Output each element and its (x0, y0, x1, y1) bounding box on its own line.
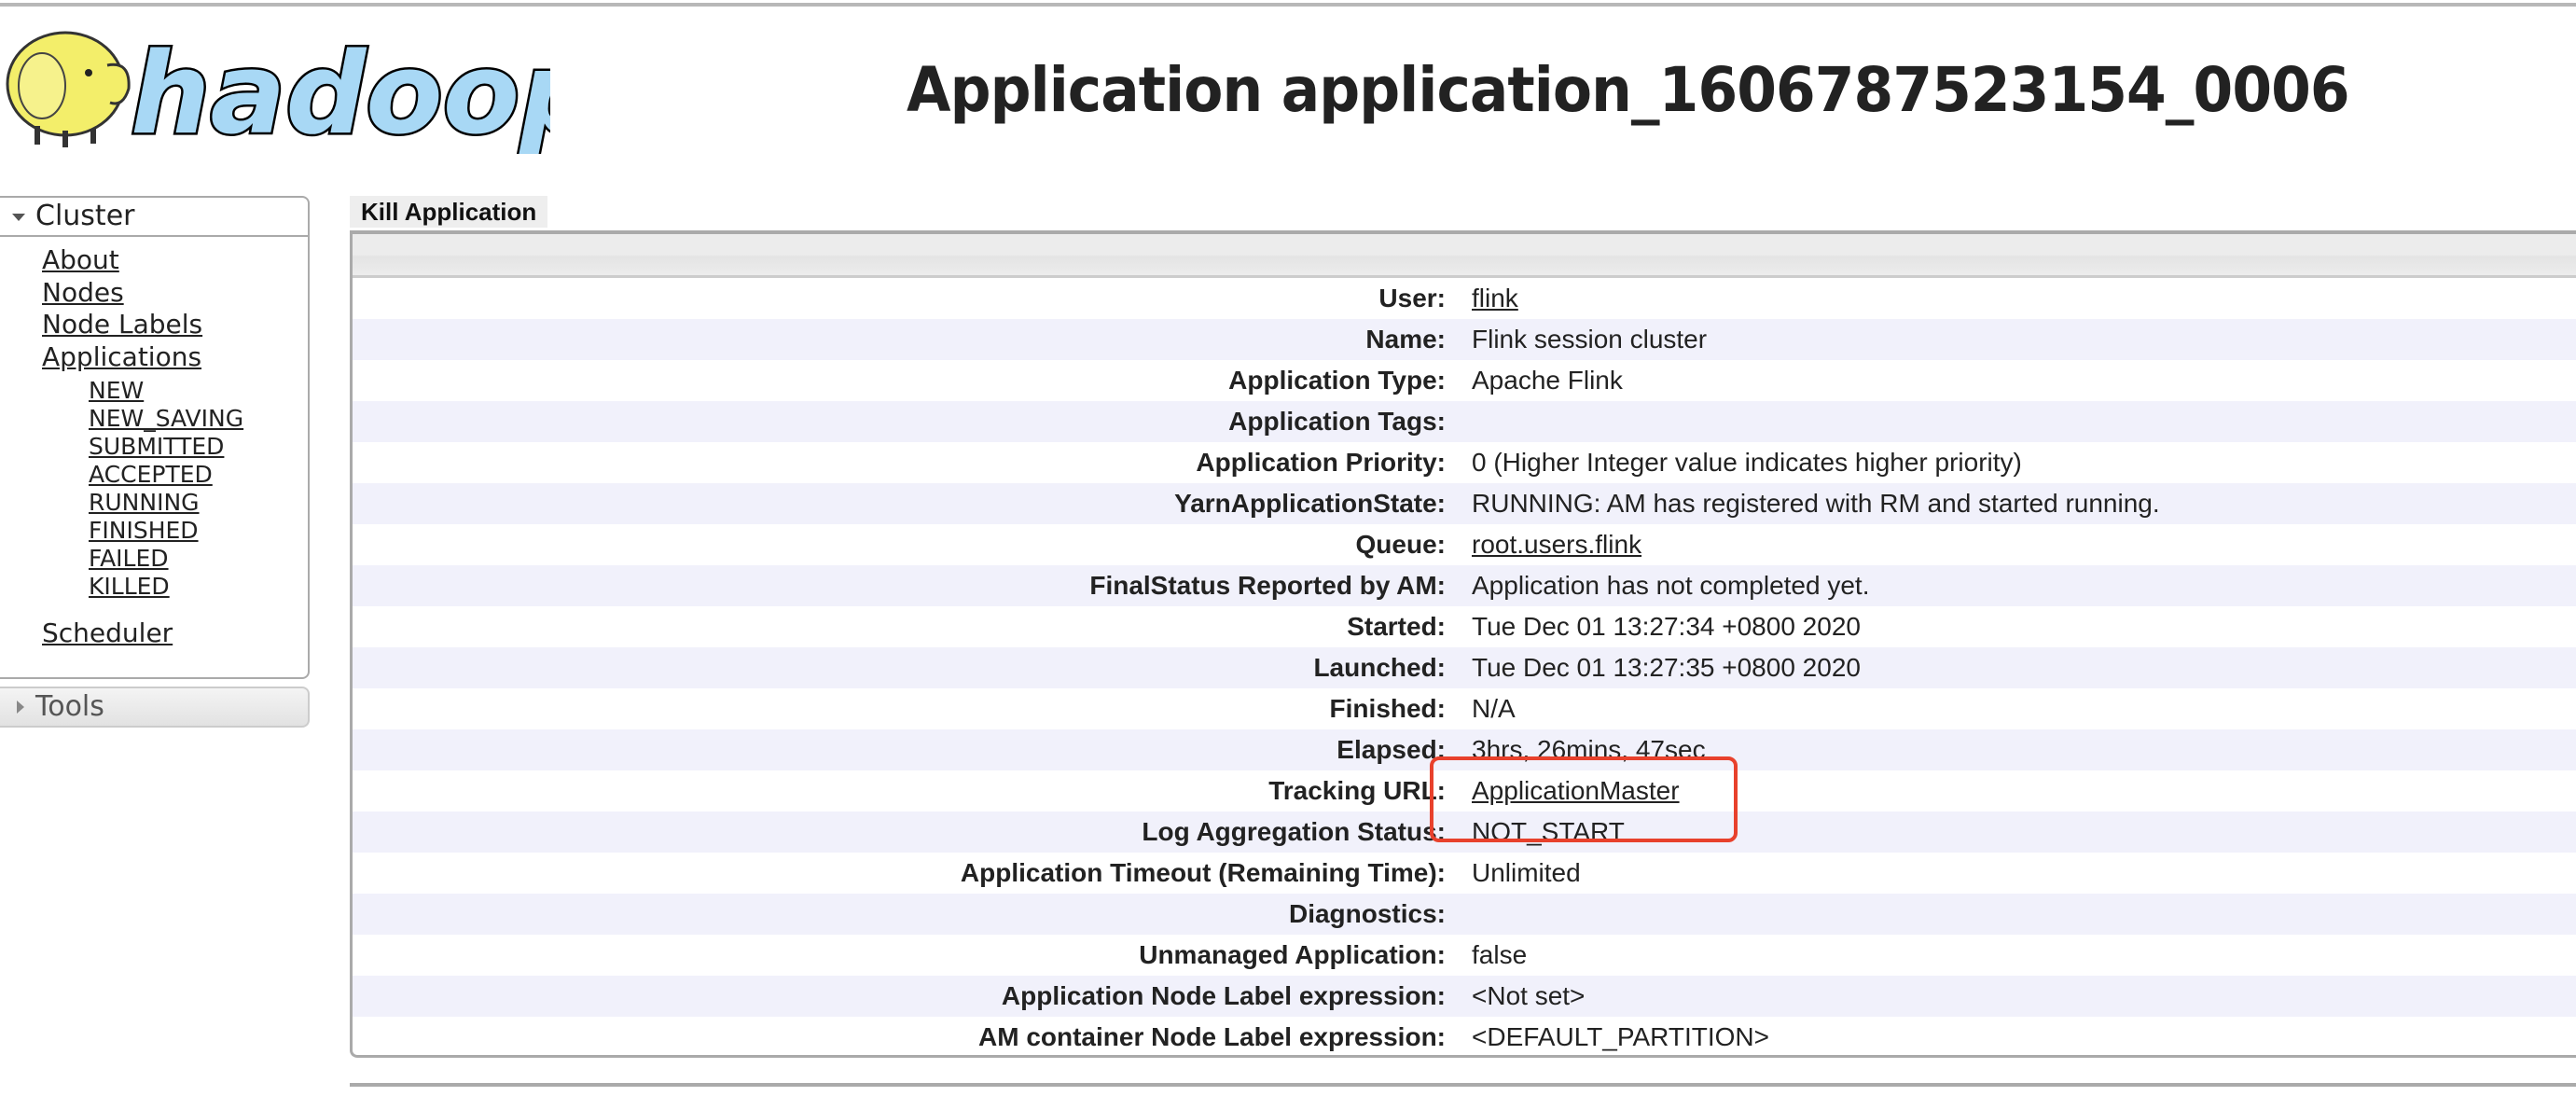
info-value-cell: Unlimited (1457, 853, 2576, 894)
hadoop-logo[interactable]: hadoop (0, 19, 602, 162)
sidebar-state-killed[interactable]: KILLED (89, 573, 170, 600)
info-label: AM container Node Label expression: (978, 1022, 1446, 1051)
chevron-right-icon (17, 701, 24, 714)
info-value-cell: false (1457, 935, 2576, 976)
sidebar-state-finished[interactable]: FINISHED (89, 517, 199, 544)
info-value-link[interactable]: flink (1472, 284, 1518, 312)
info-value-cell (1457, 401, 2576, 442)
sidebar-item-node-labels[interactable]: Node Labels (42, 309, 202, 340)
info-label: Log Aggregation Status: (1142, 817, 1446, 846)
sidebar-state-new[interactable]: NEW (89, 377, 144, 404)
tools-section-header[interactable]: Tools (0, 687, 310, 728)
application-details-panel: User: flink Name: Flink session cluster Appl… (350, 230, 2576, 1058)
info-value-cell: Application has not completed yet. (1457, 565, 2576, 606)
cluster-section: Cluster About Nodes Node Labels Applicat… (0, 196, 310, 679)
hadoop-elephant-icon: hadoop (6, 28, 602, 162)
info-row: Queue: root.users.flink (353, 524, 2576, 565)
info-value: <Not set> (1472, 981, 1586, 1010)
top-border (0, 3, 2576, 7)
chevron-down-icon (12, 214, 25, 221)
sidebar-state-submitted[interactable]: SUBMITTED (89, 433, 224, 460)
info-value: Apache Flink (1472, 366, 1623, 395)
info-row: User: flink (353, 278, 2576, 319)
info-row: FinalStatus Reported by AM: Application h… (353, 565, 2576, 606)
info-value-cell: Flink session cluster (1457, 319, 2576, 360)
logo-text: hadoop (131, 30, 550, 154)
info-row: YarnApplicationState: RUNNING: AM has reg… (353, 483, 2576, 524)
info-label: Application Node Label expression: (1001, 981, 1446, 1010)
info-row: Application Timeout (Remaining Time): Unl… (353, 853, 2576, 894)
annotation-highlight-box (1430, 756, 1738, 842)
info-row: Application Tags: (353, 401, 2576, 442)
application-info-table: User: flink Name: Flink session cluster Appl… (353, 278, 2576, 1058)
info-value: 0 (Higher Integer value indicates higher… (1472, 448, 2022, 477)
sidebar-state-running[interactable]: RUNNING (89, 489, 200, 516)
info-value-cell: Tue Dec 01 13:27:34 +0800 2020 (1457, 606, 2576, 647)
bottom-divider (350, 1083, 2576, 1087)
info-label: User: (1378, 284, 1446, 312)
info-row: Unmanaged Application: false (353, 935, 2576, 976)
info-label: Elapsed: (1336, 735, 1446, 764)
sidebar-item-about[interactable]: About (42, 244, 119, 275)
info-value: Unlimited (1472, 858, 1581, 887)
info-row: AM container Node Label expression: <DEFA… (353, 1017, 2576, 1058)
info-row: Application Priority: 0 (Higher Integer v… (353, 442, 2576, 483)
info-value: RUNNING: AM has registered with RM and s… (1472, 489, 2160, 518)
cluster-label: Cluster (35, 200, 135, 232)
sidebar-item-nodes[interactable]: Nodes (42, 277, 124, 308)
tools-label: Tools (35, 690, 104, 723)
info-label: Tracking URL: (1268, 776, 1446, 805)
info-row: Diagnostics: (353, 894, 2576, 935)
sidebar-item-scheduler[interactable]: Scheduler (42, 617, 173, 648)
sidebar-item-applications[interactable]: Applications (42, 341, 201, 372)
cluster-section-header[interactable]: Cluster (0, 198, 308, 237)
info-value-link[interactable]: root.users.flink (1472, 530, 1641, 559)
info-row: Application Type: Apache Flink (353, 360, 2576, 401)
info-label: YarnApplicationState: (1174, 489, 1446, 518)
info-value-cell: N/A (1457, 688, 2576, 729)
info-row: Started: Tue Dec 01 13:27:34 +0800 2020 (353, 606, 2576, 647)
info-value-cell: 0 (Higher Integer value indicates higher… (1457, 442, 2576, 483)
page-title: Application application_1606787523154_00… (907, 54, 2350, 126)
info-value-cell: root.users.flink (1457, 524, 2576, 565)
info-label: Finished: (1329, 694, 1446, 723)
info-label: Application Priority: (1196, 448, 1446, 477)
info-value: Tue Dec 01 13:27:35 +0800 2020 (1472, 653, 1861, 682)
sidebar-state-new-saving[interactable]: NEW_SAVING (89, 405, 243, 432)
panel-header (353, 230, 2576, 278)
info-row: Name: Flink session cluster (353, 319, 2576, 360)
info-value: false (1472, 940, 1528, 969)
info-row: Launched: Tue Dec 01 13:27:35 +0800 2020 (353, 647, 2576, 688)
info-label: Name: (1365, 325, 1446, 354)
info-value: Tue Dec 01 13:27:34 +0800 2020 (1472, 612, 1861, 641)
info-value-cell (1457, 894, 2576, 935)
info-label: Application Type: (1228, 366, 1446, 395)
info-row: Application Node Label expression: <Not s… (353, 976, 2576, 1017)
kill-application-button[interactable]: Kill Application (350, 196, 548, 228)
info-value: N/A (1472, 694, 1516, 723)
info-value-cell: RUNNING: AM has registered with RM and s… (1457, 483, 2576, 524)
info-label: Launched: (1313, 653, 1446, 682)
info-value-cell: Apache Flink (1457, 360, 2576, 401)
sidebar-state-accepted[interactable]: ACCEPTED (89, 461, 213, 488)
info-value-cell: flink (1457, 278, 2576, 319)
info-label: Started: (1347, 612, 1446, 641)
info-value: <DEFAULT_PARTITION> (1472, 1022, 1769, 1051)
sidebar-state-failed[interactable]: FAILED (89, 545, 169, 572)
info-label: Application Timeout (Remaining Time): (960, 858, 1446, 887)
info-value-cell: <Not set> (1457, 976, 2576, 1017)
info-value-cell: <DEFAULT_PARTITION> (1457, 1017, 2576, 1058)
info-label: Unmanaged Application: (1139, 940, 1446, 969)
info-label: Queue: (1355, 530, 1446, 559)
info-label: Application Tags: (1228, 407, 1446, 436)
info-row: Finished: N/A (353, 688, 2576, 729)
info-value: Flink session cluster (1472, 325, 1708, 354)
info-label: FinalStatus Reported by AM: (1089, 571, 1446, 600)
info-value-cell: Tue Dec 01 13:27:35 +0800 2020 (1457, 647, 2576, 688)
info-value: Application has not completed yet. (1472, 571, 1870, 600)
info-label: Diagnostics: (1288, 899, 1446, 928)
sidebar: Cluster About Nodes Node Labels Applicat… (0, 196, 310, 728)
